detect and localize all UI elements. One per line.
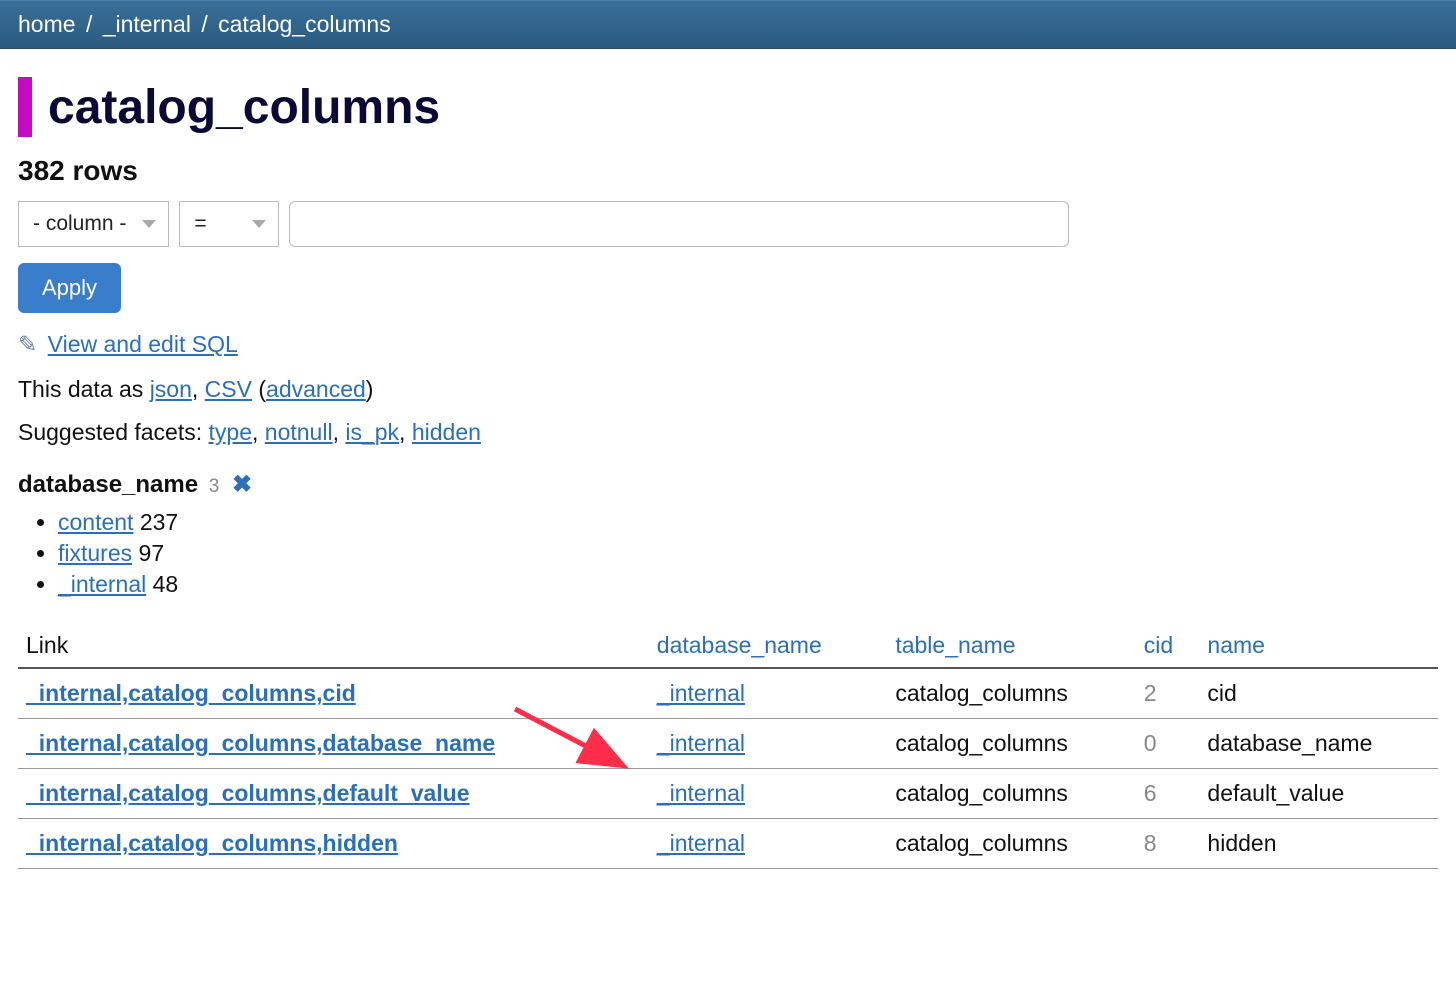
close-icon[interactable]: ✖ xyxy=(232,471,252,498)
facet-value-count: 97 xyxy=(139,540,165,566)
cell-table-name: catalog_columns xyxy=(887,668,1135,719)
active-facet-heading: database_name 3 ✖ xyxy=(18,470,1438,499)
cell-cid: 8 xyxy=(1136,819,1200,869)
table-row: _internal,catalog_columns,database_name … xyxy=(18,719,1438,769)
breadcrumb-table: catalog_columns xyxy=(218,11,391,37)
data-as-prefix: This data as xyxy=(18,376,150,402)
col-header-database-name[interactable]: database_name xyxy=(649,622,888,668)
active-facet-name: database_name xyxy=(18,471,198,498)
row-link[interactable]: _internal,catalog_columns,cid xyxy=(26,680,356,706)
list-item: _internal 48 xyxy=(58,571,1438,598)
filter-column-value: - column - xyxy=(33,212,126,235)
data-as-line: This data as json, CSV (advanced) xyxy=(18,376,1438,403)
cell-name: database_name xyxy=(1199,719,1438,769)
table-header-row: Link database_name table_name cid name xyxy=(18,622,1438,668)
facet-value-count: 237 xyxy=(140,509,178,535)
breadcrumb: home / _internal / catalog_columns xyxy=(0,0,1456,49)
list-item: fixtures 97 xyxy=(58,540,1438,567)
facet-suggest-is-pk[interactable]: is_pk xyxy=(345,419,399,445)
cell-name: hidden xyxy=(1199,819,1438,869)
col-header-cid[interactable]: cid xyxy=(1136,622,1200,668)
pencil-icon: ✎ xyxy=(18,331,37,357)
breadcrumb-sep: / xyxy=(86,11,92,37)
active-facet-count: 3 xyxy=(209,476,220,497)
chevron-down-icon xyxy=(252,220,266,228)
col-header-table-name[interactable]: table_name xyxy=(887,622,1135,668)
cell-table-name: catalog_columns xyxy=(887,819,1135,869)
breadcrumb-sep: / xyxy=(201,11,207,37)
page-title: catalog_columns xyxy=(18,77,1438,137)
cell-database-name[interactable]: _internal xyxy=(657,730,745,756)
export-csv-link[interactable]: CSV xyxy=(205,376,252,402)
cell-database-name[interactable]: _internal xyxy=(657,680,745,706)
cell-cid: 2 xyxy=(1136,668,1200,719)
col-header-name[interactable]: name xyxy=(1199,622,1438,668)
view-edit-sql-link[interactable]: View and edit SQL xyxy=(48,331,238,357)
filter-row: - column - = xyxy=(18,201,1438,247)
breadcrumb-db[interactable]: _internal xyxy=(103,11,191,37)
export-json-link[interactable]: json xyxy=(150,376,192,402)
filter-column-select[interactable]: - column - xyxy=(18,201,169,247)
cell-table-name: catalog_columns xyxy=(887,719,1135,769)
table-row: _internal,catalog_columns,cid _internal … xyxy=(18,668,1438,719)
filter-op-select[interactable]: = xyxy=(179,201,279,247)
chevron-down-icon xyxy=(142,220,156,228)
cell-name: default_value xyxy=(1199,769,1438,819)
cell-cid: 6 xyxy=(1136,769,1200,819)
cell-database-name[interactable]: _internal xyxy=(657,780,745,806)
row-link[interactable]: _internal,catalog_columns,database_name xyxy=(26,730,495,756)
list-item: content 237 xyxy=(58,509,1438,536)
row-link[interactable]: _internal,catalog_columns,default_value xyxy=(26,780,470,806)
facet-suggest-type[interactable]: type xyxy=(209,419,252,445)
facet-suggest-hidden[interactable]: hidden xyxy=(412,419,481,445)
apply-button[interactable]: Apply xyxy=(18,263,121,313)
facet-suggest-notnull[interactable]: notnull xyxy=(265,419,333,445)
row-link[interactable]: _internal,catalog_columns,hidden xyxy=(26,830,398,856)
cell-table-name: catalog_columns xyxy=(887,769,1135,819)
table-row: _internal,catalog_columns,default_value … xyxy=(18,769,1438,819)
facet-value-fixtures[interactable]: fixtures xyxy=(58,540,132,566)
facet-value-count: 48 xyxy=(153,571,179,597)
facet-value-content[interactable]: content xyxy=(58,509,133,535)
facet-value-internal[interactable]: _internal xyxy=(58,571,146,597)
title-accent xyxy=(18,77,32,137)
table-row: _internal,catalog_columns,hidden _intern… xyxy=(18,819,1438,869)
breadcrumb-home[interactable]: home xyxy=(18,11,76,37)
cell-name: cid xyxy=(1199,668,1438,719)
data-table: Link database_name table_name cid name _… xyxy=(18,622,1438,869)
page-title-text: catalog_columns xyxy=(48,80,440,135)
suggested-facets-line: Suggested facets: type, notnull, is_pk, … xyxy=(18,419,1438,446)
row-count: 382 rows xyxy=(18,155,1438,187)
cell-database-name[interactable]: _internal xyxy=(657,830,745,856)
view-sql-line: ✎ View and edit SQL xyxy=(18,331,1438,358)
filter-value-input[interactable] xyxy=(289,201,1069,247)
suggested-facets-prefix: Suggested facets: xyxy=(18,419,209,445)
facet-value-list: content 237 fixtures 97 _internal 48 xyxy=(38,509,1438,598)
col-header-link[interactable]: Link xyxy=(18,622,649,668)
export-advanced-link[interactable]: advanced xyxy=(266,376,366,402)
cell-cid: 0 xyxy=(1136,719,1200,769)
filter-op-value: = xyxy=(194,212,206,235)
